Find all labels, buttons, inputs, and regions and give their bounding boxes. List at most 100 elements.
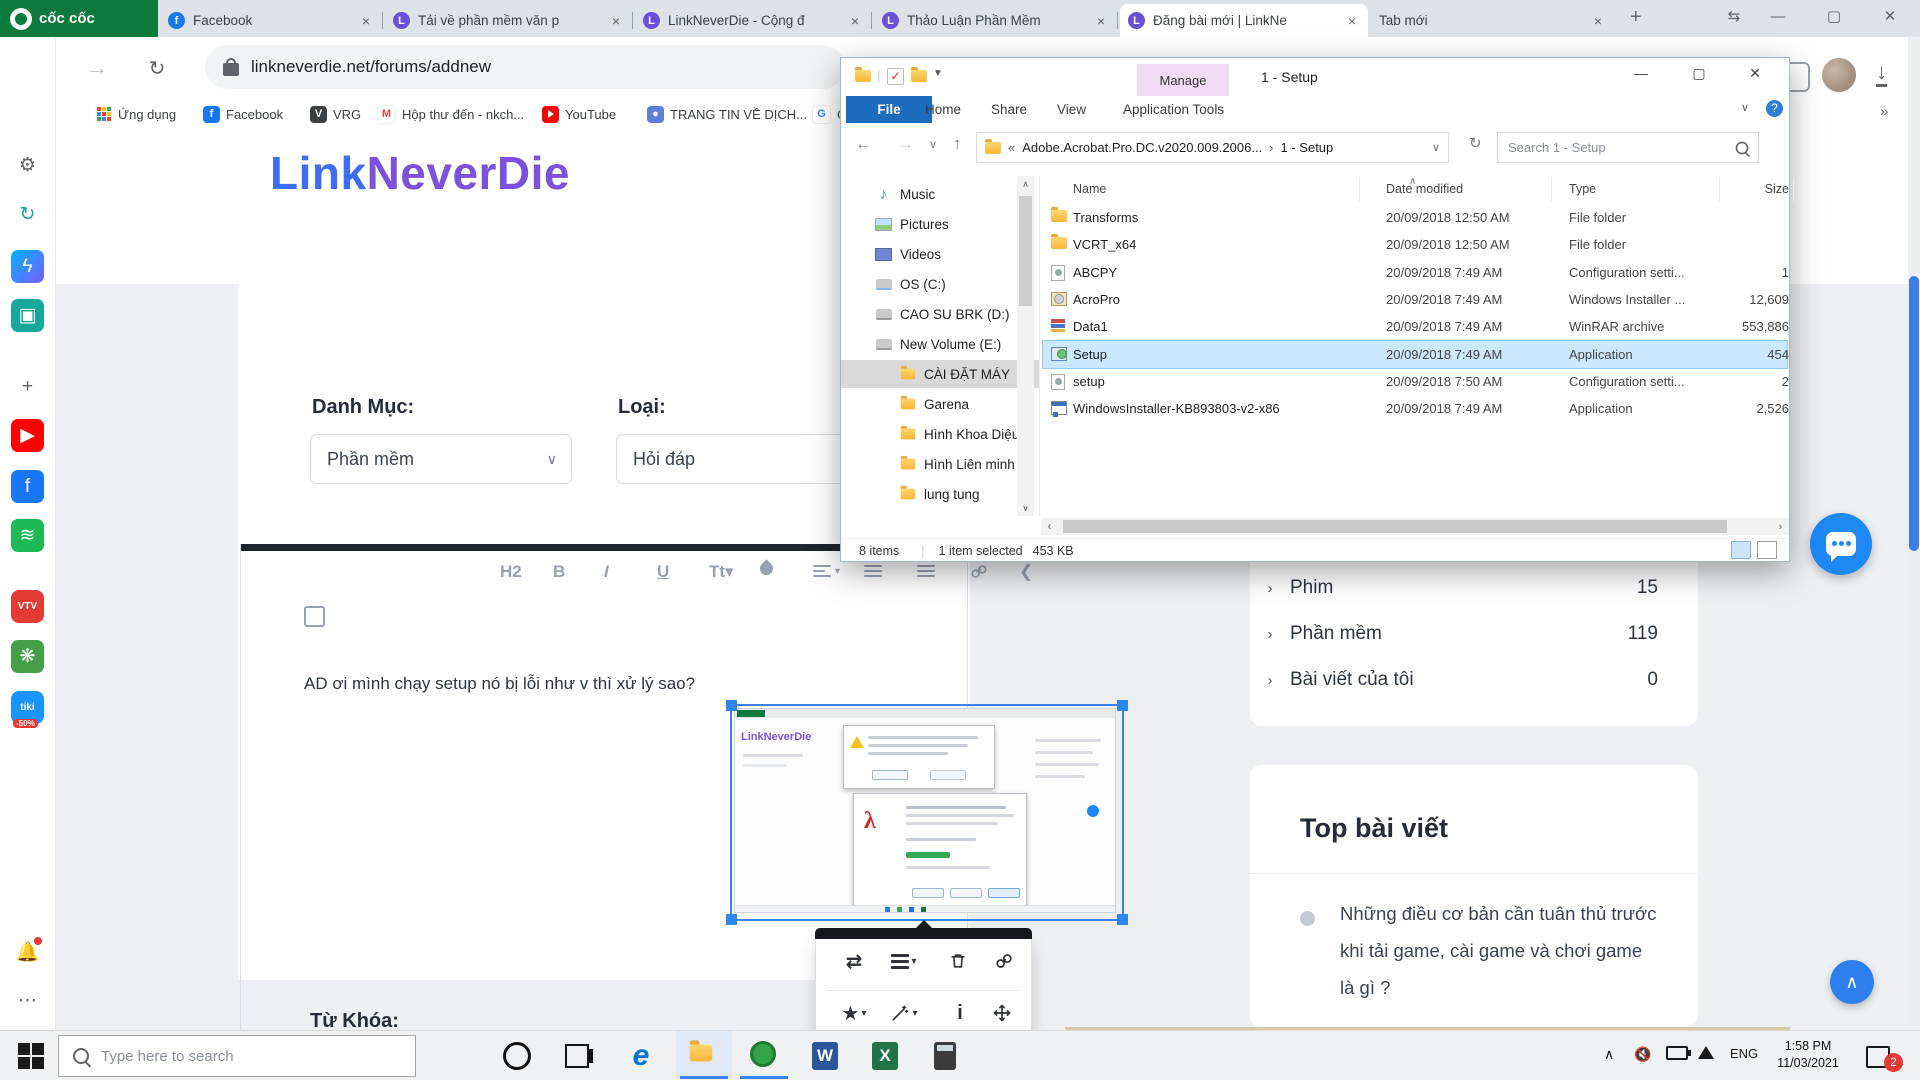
bookmark-item[interactable]: Ứng dụng [95, 100, 176, 128]
explorer-close-button[interactable]: ✕ [1732, 58, 1778, 88]
italic-icon[interactable]: I [604, 562, 609, 582]
nav-item-pictures[interactable]: Pictures [841, 210, 1039, 238]
qat-customize-chevron[interactable]: ▼ [933, 68, 943, 79]
volume-muted-icon[interactable]: 🔇 [1634, 1046, 1651, 1063]
nav-item-garena[interactable]: Garena [841, 390, 1039, 418]
nav-item-lung-tung[interactable]: lung tung [841, 480, 1039, 508]
ribbon-tab-home[interactable]: Home [913, 96, 973, 123]
tab-close-icon[interactable]: × [358, 13, 374, 29]
task-view-icon[interactable] [560, 1039, 594, 1073]
bookmark-item[interactable]: GGoogle [812, 100, 840, 128]
align-image-icon[interactable]: ▾ [887, 946, 921, 976]
tiki-icon[interactable]: tiki -50% [11, 691, 44, 728]
column-header-date-modified[interactable]: Date modified [1386, 182, 1463, 196]
heading-icon[interactable]: H2 [500, 562, 522, 582]
column-separator[interactable] [1793, 178, 1794, 202]
browser-minimize-button[interactable]: — [1756, 0, 1800, 32]
link-icon[interactable] [969, 562, 989, 582]
breadcrumb-current[interactable]: 1 - Setup [1281, 140, 1334, 155]
column-separator[interactable] [1551, 178, 1552, 202]
bookmark-item[interactable]: M Hộp thư đến - nkch... [377, 100, 524, 128]
history-icon[interactable]: ↻ [11, 198, 44, 231]
breadcrumb-parent[interactable]: Adobe.Acrobat.Pro.DC.v2020.009.2006... [1022, 140, 1262, 155]
explorer-maximize-button[interactable]: ▢ [1676, 58, 1722, 88]
font-size-icon[interactable]: Tt▾ [709, 562, 734, 582]
selection-handle-sw[interactable] [726, 914, 737, 925]
page-scrollbar-thumb[interactable] [1909, 276, 1919, 551]
file-row-transforms[interactable]: Transforms 20/09/2018 12:50 AM File folder [1043, 204, 1787, 231]
browser-close-button[interactable]: ✕ [1868, 0, 1912, 32]
browser-tab[interactable]: L LinkNeverDie - Cộng đ × [635, 4, 872, 37]
align-icon[interactable]: ▾ [813, 562, 840, 580]
move-icon[interactable] [985, 998, 1019, 1028]
facebook-icon[interactable]: f [11, 470, 44, 503]
file-row-setup[interactable]: setup 20/09/2018 7:50 AM Configuration set… [1043, 368, 1789, 395]
calculator-icon[interactable] [928, 1039, 962, 1073]
selection-handle-ne[interactable] [1117, 700, 1128, 711]
ribbon-tab-apptools[interactable]: Application Tools [1111, 96, 1236, 123]
scroll-to-top-button[interactable]: ∧ [1830, 960, 1874, 1004]
file-explorer-taskbar-button[interactable] [676, 1031, 732, 1079]
sidebar-category-row[interactable]: › Phim 15 [1250, 573, 1698, 603]
new-tab-button[interactable]: + [1630, 6, 1642, 29]
column-header-name[interactable]: Name [1073, 182, 1106, 196]
top-post-text-line[interactable]: khi tải game, cài game và chơi game [1340, 940, 1642, 962]
nav-item-videos[interactable]: Videos [841, 240, 1039, 268]
details-view-icon[interactable] [1731, 541, 1751, 559]
forward-button[interactable]: → [80, 51, 114, 85]
reload-button[interactable]: ↻ [140, 51, 174, 85]
horizontal-scrollbar[interactable]: ‹ › [1041, 518, 1789, 535]
gear-icon[interactable]: ⚙ [11, 149, 44, 182]
more-icon[interactable]: ⋯ [11, 984, 44, 1017]
site-logo[interactable]: LinkNeverDie [270, 146, 570, 200]
bookmark-item[interactable]: ● TRANG TIN VỀ DỊCH... [647, 100, 807, 128]
explorer-forward-button[interactable]: → [897, 134, 914, 154]
taskbar-search[interactable] [58, 1035, 416, 1077]
explorer-minimize-button[interactable]: — [1618, 58, 1664, 88]
nav-item-network[interactable]: Network [841, 510, 1039, 516]
recent-locations-chevron[interactable]: ∨ [929, 138, 937, 151]
column-separator[interactable] [1359, 178, 1360, 202]
bold-icon[interactable]: B [553, 562, 565, 582]
sidebar-category-row[interactable]: › Phần mềm 119 [1250, 619, 1698, 649]
breadcrumb-overflow[interactable]: « [1008, 140, 1015, 155]
help-icon[interactable]: ? [1766, 100, 1783, 117]
tab-close-icon[interactable]: × [608, 13, 624, 29]
image-link-icon[interactable] [987, 946, 1021, 976]
nav-item-h-nh-li-n-minh[interactable]: Hình Liên minh [841, 450, 1039, 478]
explorer-title-bar[interactable]: | ✓ ▼ Manage 1 - Setup — ▢ ✕ [841, 58, 1789, 96]
delete-icon[interactable] [941, 946, 975, 976]
tab-close-icon[interactable]: × [1590, 13, 1606, 29]
refresh-button[interactable]: ↻ [1469, 134, 1482, 152]
thumbnails-view-icon[interactable] [1757, 541, 1777, 559]
nav-item-cao-su-brk-d-[interactable]: CAO SU BRK (D:) [841, 300, 1039, 328]
battery-icon[interactable] [1666, 1046, 1691, 1063]
nav-item-os-c-[interactable]: OS (C:) [841, 270, 1039, 298]
file-row-vcrt-x64[interactable]: VCRT_x64 20/09/2018 12:50 AM File folder [1043, 231, 1787, 258]
pane-divider[interactable] [1039, 176, 1040, 516]
sidebar-category-row[interactable]: › Bài viết của tôi 0 [1250, 665, 1698, 695]
magic-icon[interactable]: ▾ [887, 998, 921, 1028]
explorer-search-input[interactable] [1506, 139, 1734, 156]
category-select[interactable]: Phần mềm ∨ [310, 434, 572, 484]
quote-icon[interactable]: ❮ [1019, 562, 1033, 582]
unordered-list-icon[interactable] [917, 562, 935, 580]
browser-maximize-button[interactable]: ▢ [1812, 0, 1856, 32]
bell-icon[interactable]: 🔔 [11, 935, 44, 968]
scroll-right-arrow[interactable]: › [1772, 518, 1789, 535]
games-icon[interactable]: ▣ [11, 299, 44, 332]
manage-contextual-tab[interactable]: Manage [1137, 64, 1229, 96]
browser-tab[interactable]: L Đăng bài mới | LinkNe × [1120, 4, 1368, 37]
top-post-text-line[interactable]: Những điều cơ bản cần tuân thủ trước [1340, 903, 1656, 925]
column-header-size[interactable]: Size [1701, 182, 1789, 196]
ribbon-tab-share[interactable]: Share [979, 96, 1039, 123]
bookmarks-overflow-chevron[interactable]: » [1880, 103, 1888, 120]
tray-expand-chevron[interactable]: ∧ [1604, 1046, 1614, 1063]
underline-icon[interactable]: U [657, 562, 669, 582]
tab-close-icon[interactable]: × [847, 13, 863, 29]
bookmark-item[interactable]: V VRG [310, 100, 361, 128]
browser-tab[interactable]: L Thảo Luận Phần Mềm × [874, 4, 1118, 37]
explorer-search-box[interactable] [1497, 132, 1759, 163]
taskbar-search-input[interactable] [99, 1046, 383, 1066]
breadcrumb[interactable]: « Adobe.Acrobat.Pro.DC.v2020.009.2006...… [976, 132, 1449, 163]
